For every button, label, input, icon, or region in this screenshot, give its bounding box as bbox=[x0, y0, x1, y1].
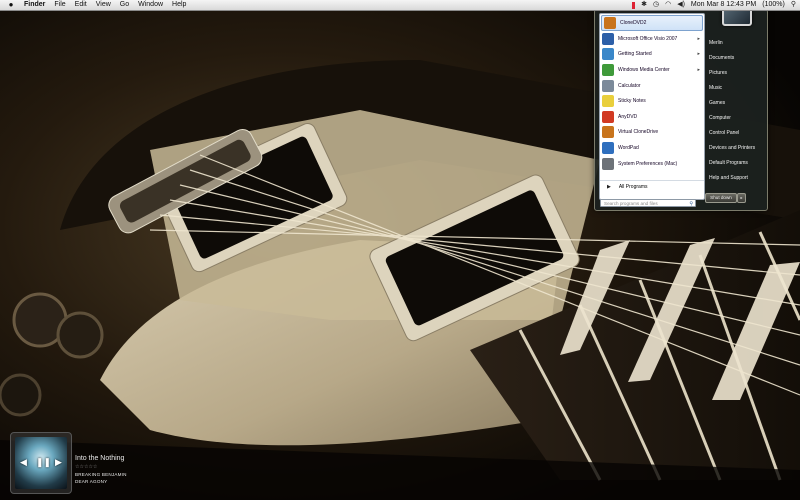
submenu-arrow-icon[interactable]: ▸ bbox=[697, 67, 700, 73]
bluetooth-icon[interactable]: ✱ bbox=[641, 0, 647, 10]
track-artist: BREAKING BENJAMIN bbox=[75, 472, 127, 477]
start-menu-programs-panel: CloneDVD2 Microsoft Office Visio 2007 ▸ Get… bbox=[599, 13, 705, 200]
menu-help[interactable]: Help bbox=[172, 0, 186, 10]
start-right-item[interactable]: Devices and Printers bbox=[709, 145, 755, 151]
all-programs-label: All Programs bbox=[618, 183, 648, 190]
volume-icon[interactable]: ◀) bbox=[677, 0, 685, 10]
media-center-icon bbox=[602, 63, 614, 76]
program-label: Getting Started bbox=[618, 51, 652, 58]
program-item[interactable]: Windows Media Center ▸ bbox=[600, 62, 704, 78]
program-item[interactable]: WordPad bbox=[600, 140, 704, 156]
previous-track-icon[interactable]: ◀ bbox=[20, 457, 27, 468]
clonedvd-icon bbox=[604, 17, 616, 29]
program-item[interactable]: Microsoft Office Visio 2007 ▸ bbox=[600, 31, 704, 47]
mac-menu-bar: ● Finder File Edit View Go Window Help ✱… bbox=[0, 0, 800, 11]
program-label: Calculator bbox=[618, 82, 641, 89]
shutdown-options-arrow-icon[interactable]: ▸ bbox=[737, 193, 746, 203]
menu-clock[interactable]: Mon Mar 8 12:43 PM bbox=[691, 0, 756, 10]
pause-icon[interactable]: ❚❚ bbox=[36, 457, 51, 468]
menu-extras: ✱ ◷ ◠ ◀) Mon Mar 8 12:43 PM (100%) ⚲ bbox=[626, 0, 796, 10]
start-right-item[interactable]: Pictures bbox=[709, 70, 727, 76]
program-label: AnyDVD bbox=[618, 113, 638, 120]
submenu-arrow-icon[interactable]: ▸ bbox=[697, 51, 700, 57]
menu-view[interactable]: View bbox=[96, 0, 111, 10]
start-search-field[interactable]: Search programs and files ⚲ bbox=[600, 199, 696, 207]
search-icon[interactable]: ⚲ bbox=[689, 200, 693, 208]
anydvd-icon bbox=[602, 110, 614, 123]
start-right-item[interactable]: Computer bbox=[709, 115, 731, 121]
program-label: Sticky Notes bbox=[618, 98, 646, 105]
program-item[interactable]: AnyDVD bbox=[600, 109, 704, 125]
program-label: CloneDVD2 bbox=[620, 20, 647, 26]
calculator-icon bbox=[602, 79, 614, 92]
next-track-icon[interactable]: ▶ bbox=[55, 457, 62, 468]
program-item[interactable]: System Preferences (Mac) bbox=[600, 156, 704, 172]
start-right-item[interactable]: Merlin bbox=[709, 40, 723, 46]
start-menu-right-column: Merlin Documents Pictures Music Games Compute… bbox=[705, 10, 765, 210]
program-item[interactable]: CloneDVD2 bbox=[601, 15, 703, 31]
spotlight-icon[interactable]: ⚲ bbox=[791, 0, 796, 10]
program-item[interactable]: Sticky Notes bbox=[600, 93, 704, 109]
shutdown-button[interactable]: Shut down bbox=[705, 193, 737, 203]
start-right-item[interactable]: Default Programs bbox=[709, 160, 748, 166]
now-playing-info: Into the Nothing ☆☆☆☆☆ BREAKING BENJAMIN… bbox=[75, 455, 127, 484]
search-placeholder: Search programs and files bbox=[604, 201, 658, 206]
wordpad-icon bbox=[602, 141, 614, 154]
submenu-arrow-icon[interactable]: ▸ bbox=[697, 36, 700, 42]
start-right-item[interactable]: Help and Support bbox=[709, 175, 748, 181]
start-right-item[interactable]: Documents bbox=[709, 55, 734, 61]
start-right-item[interactable]: Games bbox=[709, 100, 725, 106]
program-item[interactable]: Getting Started ▸ bbox=[600, 47, 704, 63]
menu-go[interactable]: Go bbox=[120, 0, 129, 10]
battery-status[interactable]: (100%) bbox=[762, 0, 785, 10]
start-right-item[interactable]: Control Panel bbox=[709, 130, 739, 136]
track-rating[interactable]: ☆☆☆☆☆ bbox=[75, 464, 127, 470]
start-menu: CloneDVD2 Microsoft Office Visio 2007 ▸ Get… bbox=[594, 2, 768, 211]
all-programs-arrow-icon: ▶ bbox=[607, 183, 611, 190]
program-label: WordPad bbox=[618, 144, 639, 151]
program-label: Microsoft Office Visio 2007 bbox=[618, 35, 678, 42]
menu-edit[interactable]: Edit bbox=[75, 0, 87, 10]
menu-finder[interactable]: Finder bbox=[24, 0, 45, 10]
program-label: Virtual CloneDrive bbox=[618, 129, 659, 136]
time-machine-icon[interactable]: ◷ bbox=[653, 0, 659, 10]
system-preferences-icon bbox=[602, 157, 614, 170]
virtual-clonedrive-icon bbox=[602, 126, 614, 139]
track-album: DEAR AGONY bbox=[75, 479, 108, 484]
program-item[interactable]: Calculator bbox=[600, 78, 704, 94]
visio-icon bbox=[602, 32, 614, 45]
status-indicator-icon[interactable] bbox=[632, 1, 636, 9]
apple-menu-icon[interactable]: ● bbox=[6, 0, 16, 10]
program-label: System Preferences (Mac) bbox=[618, 160, 678, 167]
start-right-item[interactable]: Music bbox=[709, 85, 722, 91]
now-playing-widget: ◀ ❚❚ ▶ bbox=[10, 432, 72, 494]
track-title: Into the Nothing bbox=[75, 455, 125, 462]
all-programs-item[interactable]: ▶ All Programs bbox=[600, 180, 704, 192]
program-item[interactable]: Virtual CloneDrive bbox=[600, 125, 704, 141]
menu-file[interactable]: File bbox=[54, 0, 65, 10]
program-label: Windows Media Center bbox=[618, 66, 670, 73]
wifi-icon[interactable]: ◠ bbox=[665, 0, 671, 10]
menu-window[interactable]: Window bbox=[138, 0, 163, 10]
getting-started-icon bbox=[602, 48, 614, 61]
sticky-notes-icon bbox=[602, 95, 614, 108]
